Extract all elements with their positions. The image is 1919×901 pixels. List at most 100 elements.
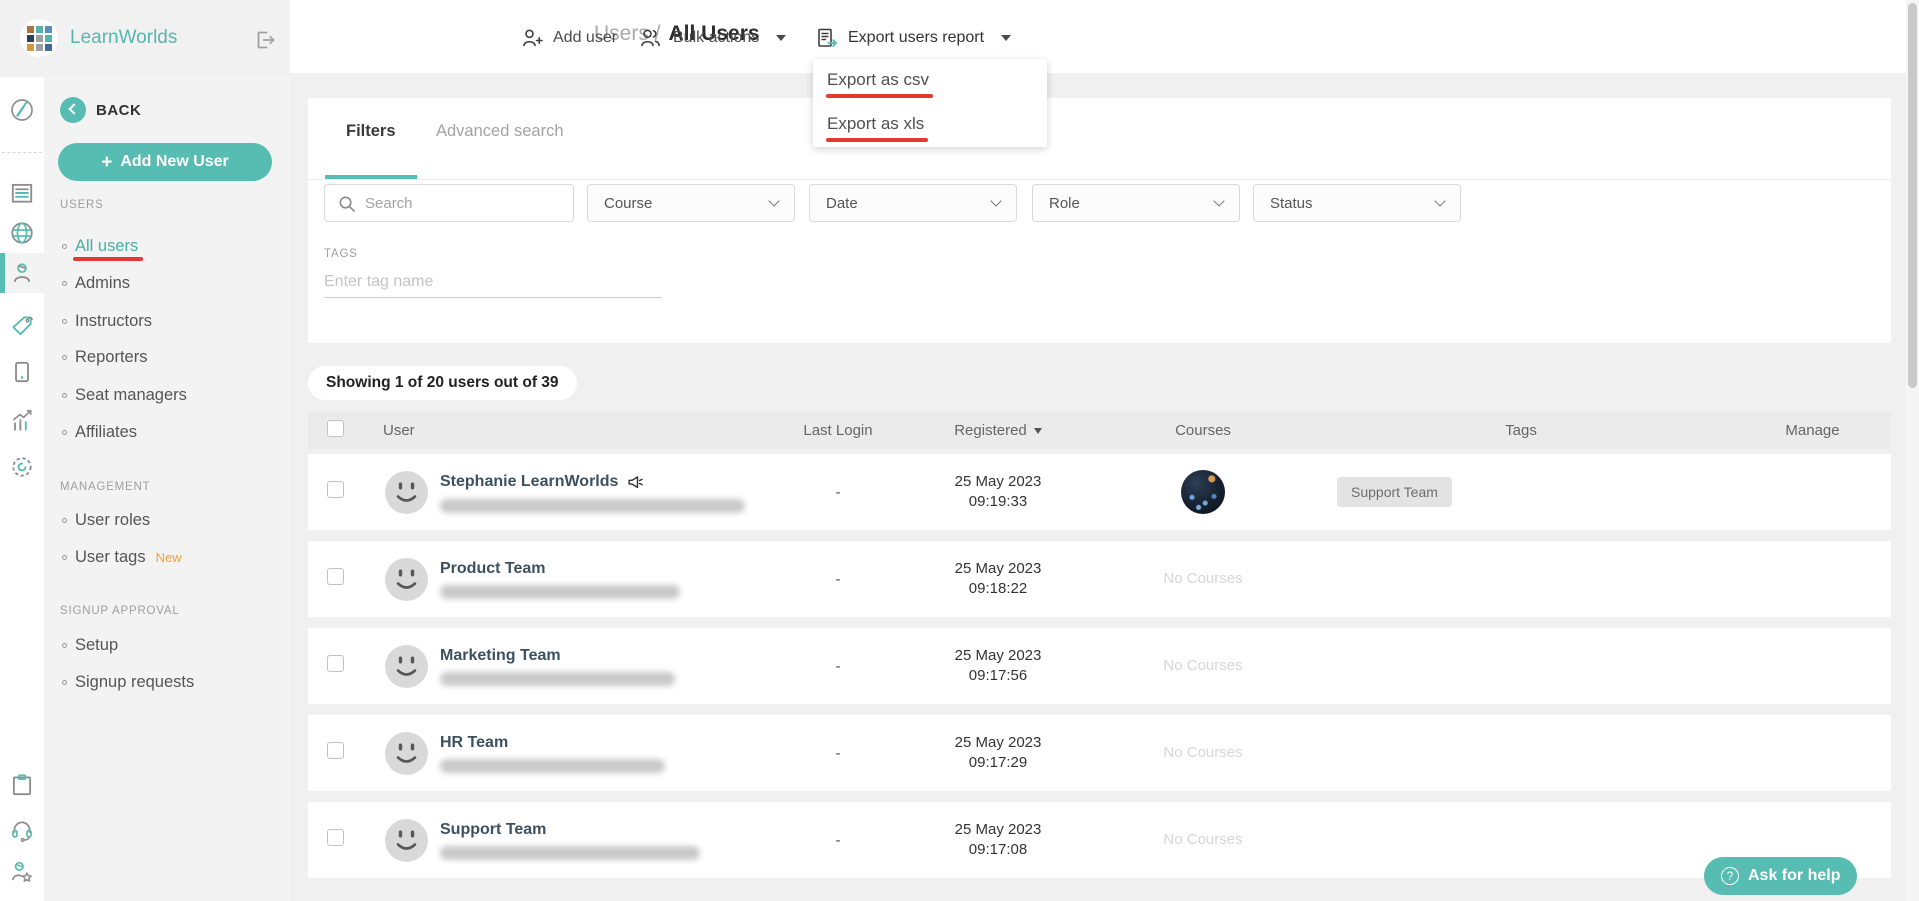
row-checkbox[interactable]: [327, 481, 344, 498]
search-input[interactable]: [365, 195, 545, 212]
last-login-cell: -: [778, 745, 898, 762]
learnworlds-logo-icon[interactable]: [20, 19, 58, 57]
bulk-actions-button[interactable]: Bulk actions: [638, 24, 786, 52]
column-manage: Manage: [1734, 422, 1891, 439]
scrollbar-track[interactable]: [1906, 0, 1919, 901]
registered-cell: 25 May 2023 09:18:22: [898, 559, 1098, 599]
row-checkbox[interactable]: [327, 655, 344, 672]
brand-name: LearnWorlds: [70, 27, 177, 49]
search-box: [324, 184, 574, 222]
export-users-report-button[interactable]: Export users report: [815, 24, 1011, 52]
export-label: Export users report: [848, 29, 984, 47]
courses-cell: No Courses: [1098, 570, 1308, 588]
sidebar-item-setup[interactable]: Setup: [62, 633, 118, 657]
date-select[interactable]: Date: [809, 184, 1017, 222]
course-select[interactable]: Course: [587, 184, 795, 222]
user-name[interactable]: Support Team: [440, 821, 546, 839]
chevron-down-icon: [990, 195, 1001, 206]
caret-down-icon: [1001, 35, 1011, 41]
user-cell: Stephanie LearnWorlds: [370, 471, 778, 514]
mobile-icon[interactable]: [9, 359, 35, 385]
logo-grid: [27, 26, 52, 51]
sidebar-item-user-tags[interactable]: User tags New: [62, 545, 182, 569]
sidebar-item-label: User tags: [75, 548, 146, 567]
sidebar-item-label: Affiliates: [75, 423, 137, 442]
chevron-down-icon: [1213, 195, 1224, 206]
row-checkbox[interactable]: [327, 829, 344, 846]
tag-icon[interactable]: [9, 312, 35, 338]
tab-advanced-search[interactable]: Advanced search: [436, 122, 564, 141]
row-checkbox[interactable]: [327, 568, 344, 585]
scrollbar-thumb[interactable]: [1908, 3, 1917, 388]
registered-date: 25 May 2023: [898, 646, 1098, 666]
tag-name-input[interactable]: [324, 266, 662, 298]
user-name[interactable]: Marketing Team: [440, 647, 561, 665]
sidebar-item-seat-managers[interactable]: Seat managers: [62, 383, 187, 407]
user-email-redacted: [440, 585, 680, 599]
user-name[interactable]: Product Team: [440, 560, 546, 578]
registered-cell: 25 May 2023 09:17:08: [898, 820, 1098, 860]
sidebar-item-user-roles[interactable]: User roles: [62, 508, 150, 532]
registered-date: 25 May 2023: [898, 733, 1098, 753]
megaphone-icon: [625, 472, 645, 492]
headset-icon[interactable]: [9, 817, 35, 843]
tags-cell: Support Team: [1308, 477, 1734, 507]
sidebar-item-reporters[interactable]: Reporters: [62, 345, 147, 369]
table-header: User Last Login Registered Courses Tags …: [308, 412, 1891, 449]
question-icon: ?: [1721, 867, 1739, 885]
sidebar-item-instructors[interactable]: Instructors: [62, 309, 152, 333]
sidebar-item-label: Setup: [75, 636, 118, 655]
clipboard-icon[interactable]: [9, 772, 35, 798]
column-last-login[interactable]: Last Login: [778, 422, 898, 439]
registered-date: 25 May 2023: [898, 820, 1098, 840]
menu-item-export-csv[interactable]: Export as csv: [827, 70, 929, 90]
sidebar-item-all-users[interactable]: All users: [62, 234, 138, 258]
course-select-label: Course: [604, 195, 652, 212]
icon-rail: [0, 77, 44, 901]
new-badge: New: [156, 550, 182, 565]
row-select-cell: [308, 568, 370, 590]
news-icon[interactable]: [9, 180, 35, 206]
row-checkbox[interactable]: [327, 742, 344, 759]
registered-date: 25 May 2023: [898, 472, 1098, 492]
users-section-label: USERS: [60, 199, 104, 211]
settings-gear-icon[interactable]: [9, 454, 35, 480]
user-name[interactable]: HR Team: [440, 734, 508, 752]
sidebar-item-admins[interactable]: Admins: [62, 271, 130, 295]
table-row: Product Team - 25 May 2023 09:18:22 No C…: [308, 541, 1891, 617]
users-icon[interactable]: [9, 260, 35, 286]
add-new-user-button[interactable]: + Add New User: [58, 143, 272, 181]
sidebar-item-signup-requests[interactable]: Signup requests: [62, 670, 194, 694]
user-star-icon[interactable]: [9, 859, 35, 885]
column-user[interactable]: User: [370, 422, 778, 439]
ask-for-help-button[interactable]: ? Ask for help: [1704, 857, 1857, 895]
export-dropdown-menu: Export as csv Export as xls: [813, 59, 1047, 147]
select-all-cell: [308, 420, 370, 441]
select-all-checkbox[interactable]: [327, 420, 344, 437]
bullet-icon: [62, 355, 67, 360]
column-registered[interactable]: Registered: [898, 422, 1098, 439]
status-select[interactable]: Status: [1253, 184, 1461, 222]
column-courses[interactable]: Courses: [1098, 422, 1308, 439]
add-new-user-label: Add New User: [120, 153, 228, 171]
sidebar-item-affiliates[interactable]: Affiliates: [62, 420, 137, 444]
collapse-sidebar-icon[interactable]: [253, 28, 277, 52]
tag-chip[interactable]: Support Team: [1337, 477, 1452, 507]
bullet-icon: [62, 430, 67, 435]
role-select[interactable]: Role: [1032, 184, 1240, 222]
registered-time: 09:17:29: [898, 753, 1098, 773]
bullet-icon: [62, 518, 67, 523]
analytics-icon[interactable]: [9, 407, 35, 433]
back-button[interactable]: BACK: [60, 97, 141, 123]
user-name[interactable]: Stephanie LearnWorlds: [440, 473, 618, 491]
user-cell: Product Team: [370, 558, 778, 601]
tab-filters[interactable]: Filters: [346, 122, 396, 141]
course-thumbnail[interactable]: [1181, 470, 1225, 514]
column-tags[interactable]: Tags: [1308, 422, 1734, 439]
globe-icon[interactable]: [9, 220, 35, 246]
compass-icon[interactable]: [9, 97, 35, 123]
add-user-button[interactable]: Add user: [520, 24, 617, 52]
menu-item-export-xls[interactable]: Export as xls: [827, 114, 924, 134]
ask-for-help-label: Ask for help: [1748, 867, 1840, 885]
bullet-icon: [62, 393, 67, 398]
